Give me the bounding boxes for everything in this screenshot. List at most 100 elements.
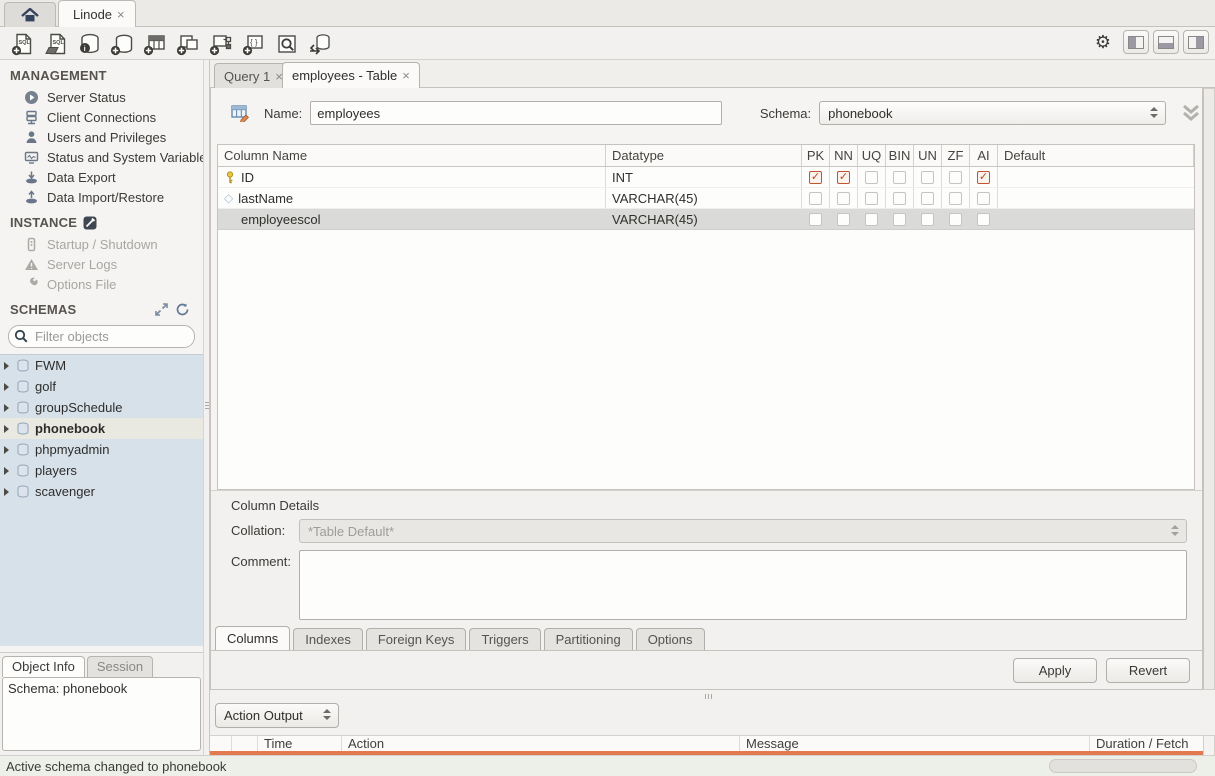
output-header-action[interactable]: Action [342, 736, 740, 751]
checkbox-zf[interactable] [949, 213, 962, 226]
toggle-bottom-panel-button[interactable] [1153, 30, 1179, 54]
collation-select[interactable]: *Table Default* [299, 519, 1187, 543]
checkbox-uq[interactable] [865, 171, 878, 184]
connection-tab-linode[interactable]: Linode × [58, 0, 136, 27]
checkbox-nn[interactable] [837, 171, 850, 184]
header-column-name[interactable]: Column Name [218, 145, 606, 166]
checkbox-pk[interactable] [809, 213, 822, 226]
refresh-schemas-icon[interactable] [176, 303, 189, 316]
expand-schemas-icon[interactable] [155, 303, 168, 316]
sidebar-item-startup-shutdown[interactable]: Startup / Shutdown [0, 234, 203, 254]
new-sql-script-button[interactable]: SQL [6, 30, 39, 58]
open-sql-script-button[interactable]: SQL [39, 30, 72, 58]
search-table-data-button[interactable] [270, 30, 303, 58]
home-tab[interactable] [4, 2, 56, 27]
close-icon[interactable]: × [117, 7, 125, 22]
schema-item-phpmyadmin[interactable]: phpmyadmin [0, 439, 203, 460]
expand-arrow-icon[interactable] [4, 404, 9, 412]
sidebar-item-data-export[interactable]: Data Export [0, 167, 203, 187]
create-schema-button[interactable] [105, 30, 138, 58]
subtab-triggers[interactable]: Triggers [469, 628, 540, 650]
checkbox-bin[interactable] [893, 192, 906, 205]
schema-item-golf[interactable]: golf [0, 376, 203, 397]
schema-item-scavenger[interactable]: scavenger [0, 481, 203, 502]
toggle-left-sidebar-button[interactable] [1123, 30, 1149, 54]
sidebar-item-system-variables[interactable]: Status and System Variables [0, 147, 203, 167]
sidebar-item-server-status[interactable]: Server Status [0, 87, 203, 107]
checkbox-ai[interactable] [977, 192, 990, 205]
sidebar-item-options-file[interactable]: Options File [0, 274, 203, 294]
checkbox-un[interactable] [921, 213, 934, 226]
comment-textarea[interactable] [299, 550, 1187, 620]
checkbox-ai[interactable] [977, 213, 990, 226]
create-function-button[interactable]: { } [237, 30, 270, 58]
filter-objects-input[interactable] [8, 325, 195, 348]
sidebar-splitter[interactable] [203, 60, 210, 755]
header-default[interactable]: Default [998, 145, 1194, 166]
column-row-lastname[interactable]: ◇ lastName VARCHAR(45) [218, 188, 1194, 209]
header-pk[interactable]: PK [802, 145, 830, 166]
horizontal-scrollbar-thumb[interactable] [1049, 759, 1197, 773]
expand-form-chevron-icon[interactable] [1180, 103, 1202, 123]
checkbox-uq[interactable] [865, 213, 878, 226]
output-header-time[interactable]: Time [258, 736, 342, 751]
checkbox-un[interactable] [921, 171, 934, 184]
checkbox-un[interactable] [921, 192, 934, 205]
editor-vertical-scrollbar[interactable] [1203, 88, 1215, 690]
create-procedure-button[interactable] [204, 30, 237, 58]
checkbox-ai[interactable] [977, 171, 990, 184]
schema-item-phonebook[interactable]: phonebook [0, 418, 203, 439]
sidebar-item-users-privileges[interactable]: Users and Privileges [0, 127, 203, 147]
schema-select[interactable]: phonebook [819, 101, 1166, 125]
checkbox-zf[interactable] [949, 192, 962, 205]
expand-arrow-icon[interactable] [4, 446, 9, 454]
column-row-id[interactable]: ID INT [218, 167, 1194, 188]
create-view-button[interactable] [171, 30, 204, 58]
header-nn[interactable]: NN [830, 145, 858, 166]
checkbox-uq[interactable] [865, 192, 878, 205]
tab-object-info[interactable]: Object Info [2, 656, 85, 677]
checkbox-bin[interactable] [893, 171, 906, 184]
checkbox-nn[interactable] [837, 213, 850, 226]
reconnect-dbms-button[interactable] [303, 30, 336, 58]
output-header-message[interactable]: Message [740, 736, 1090, 751]
output-splitter-grip[interactable] [705, 694, 721, 699]
tab-employees-table[interactable]: employees - Table × [282, 62, 420, 88]
column-row-employeescol[interactable]: employeescol VARCHAR(45) [218, 209, 1194, 230]
sidebar-item-server-logs[interactable]: Server Logs [0, 254, 203, 274]
header-un[interactable]: UN [914, 145, 942, 166]
schema-item-players[interactable]: players [0, 460, 203, 481]
subtab-foreign-keys[interactable]: Foreign Keys [366, 628, 467, 650]
close-icon[interactable]: × [402, 68, 410, 83]
create-table-button[interactable] [138, 30, 171, 58]
toggle-right-sidebar-button[interactable] [1183, 30, 1209, 54]
schema-item-groupschedule[interactable]: groupSchedule [0, 397, 203, 418]
checkbox-zf[interactable] [949, 171, 962, 184]
apply-button[interactable]: Apply [1013, 658, 1097, 683]
sidebar-item-data-import[interactable]: Data Import/Restore [0, 187, 203, 207]
tab-session[interactable]: Session [87, 656, 153, 677]
subtab-columns[interactable]: Columns [215, 626, 290, 650]
expand-arrow-icon[interactable] [4, 488, 9, 496]
table-name-input[interactable] [310, 101, 722, 125]
subtab-options[interactable]: Options [636, 628, 705, 650]
expand-arrow-icon[interactable] [4, 383, 9, 391]
subtab-partitioning[interactable]: Partitioning [544, 628, 633, 650]
sidebar-item-client-connections[interactable]: Client Connections [0, 107, 203, 127]
expand-arrow-icon[interactable] [4, 362, 9, 370]
schema-item-fwm[interactable]: FWM [0, 355, 203, 376]
expand-arrow-icon[interactable] [4, 425, 9, 433]
revert-button[interactable]: Revert [1106, 658, 1190, 683]
output-header-duration[interactable]: Duration / Fetch [1090, 736, 1203, 751]
header-bin[interactable]: BIN [886, 145, 914, 166]
db-info-button[interactable]: i [72, 30, 105, 58]
header-datatype[interactable]: Datatype [606, 145, 802, 166]
expand-arrow-icon[interactable] [4, 467, 9, 475]
checkbox-pk[interactable] [809, 171, 822, 184]
subtab-indexes[interactable]: Indexes [293, 628, 363, 650]
checkbox-bin[interactable] [893, 213, 906, 226]
header-ai[interactable]: AI [970, 145, 998, 166]
header-uq[interactable]: UQ [858, 145, 886, 166]
checkbox-pk[interactable] [809, 192, 822, 205]
header-zf[interactable]: ZF [942, 145, 970, 166]
